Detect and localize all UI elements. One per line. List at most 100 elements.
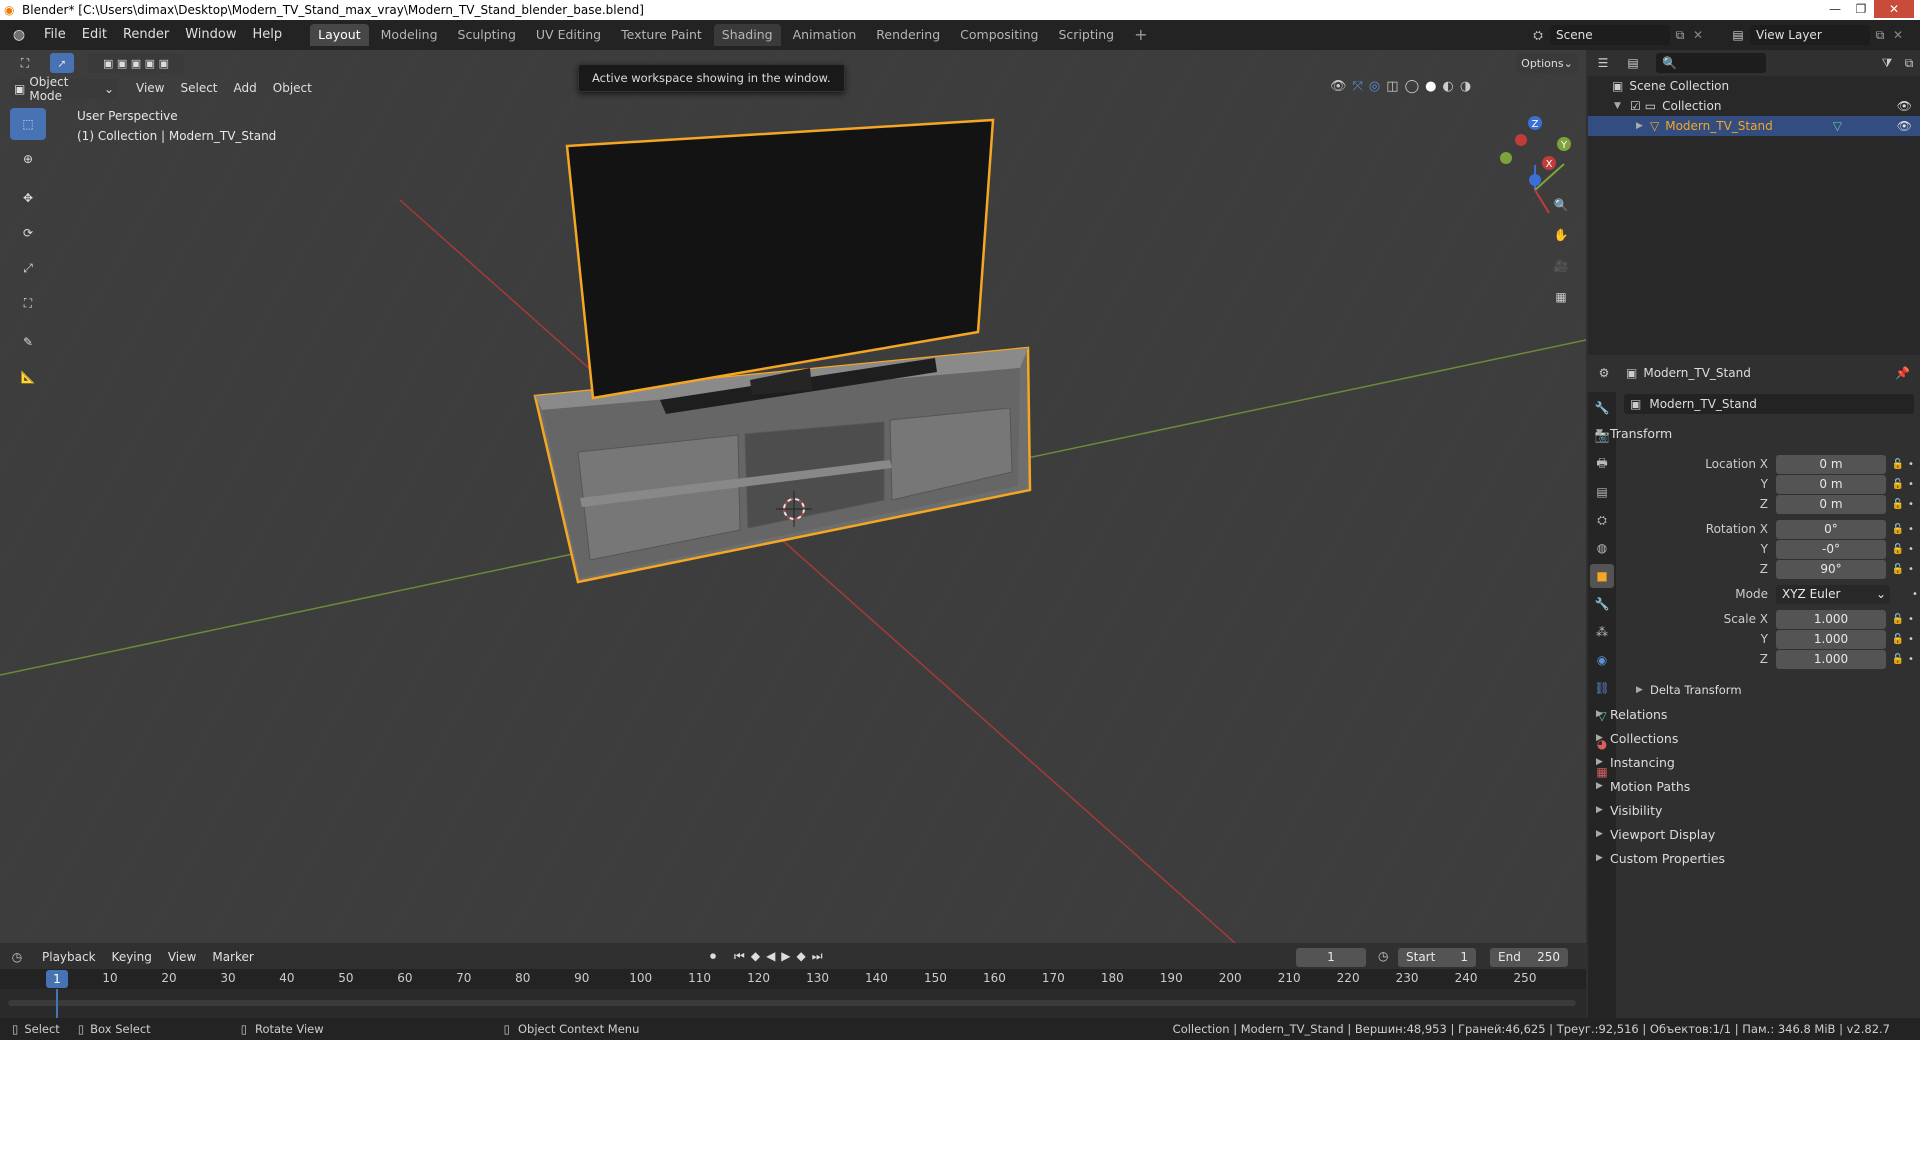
modifier-tab-icon[interactable]: 🔧	[1590, 592, 1614, 616]
menu-window[interactable]: Window	[177, 20, 244, 50]
maximize-button[interactable]: ❐	[1848, 0, 1874, 18]
motion-paths-section[interactable]: ▶ Motion Paths	[1596, 775, 1690, 797]
pin-icon[interactable]: 📌	[1895, 366, 1910, 380]
particles-tab-icon[interactable]: ⁂	[1590, 620, 1614, 644]
view-layer-icon[interactable]: ▤	[1726, 28, 1750, 42]
output-tab-icon[interactable]: 🖶	[1590, 452, 1614, 476]
outliner-editor-icon[interactable]: ☰	[1588, 56, 1618, 70]
timeline-ruler[interactable]: 1 10 20 30 40 50 60 70 80 90 100 110 120 130 140 150 16…	[0, 969, 1586, 989]
start-frame-field[interactable]: Start 1	[1398, 948, 1476, 967]
editor-type-icon[interactable]: ⛶	[12, 53, 38, 73]
tab-layout[interactable]: Layout	[310, 24, 369, 46]
collapse-arrow-icon[interactable]: ▼	[1614, 101, 1630, 111]
minimize-button[interactable]: —	[1822, 0, 1848, 18]
object-name-field[interactable]: ▣ Modern_TV_Stand	[1624, 394, 1914, 414]
tab-scripting[interactable]: Scripting	[1051, 24, 1123, 46]
gizmo-neg-y-icon[interactable]	[1500, 152, 1512, 164]
xray-toggle-icon[interactable]: ◫	[1386, 79, 1398, 94]
lock-icon[interactable]: 🔓	[1890, 654, 1906, 665]
keyframe-dot-icon[interactable]: •	[1906, 634, 1916, 645]
current-frame-field[interactable]: 1	[1296, 948, 1366, 967]
prev-keyframe-icon[interactable]: ◆	[751, 949, 760, 964]
lock-icon[interactable]: 🔓	[1890, 479, 1906, 490]
keyframe-dot-icon[interactable]: •	[1906, 564, 1916, 575]
tab-rendering[interactable]: Rendering	[868, 24, 948, 46]
jump-start-icon[interactable]: ⏮	[734, 949, 745, 964]
playhead[interactable]: 1	[46, 970, 68, 988]
viewport-display-section[interactable]: ▶ Viewport Display	[1596, 823, 1715, 845]
lock-icon[interactable]: 🔓	[1890, 524, 1906, 535]
end-frame-field[interactable]: End 250	[1490, 948, 1568, 967]
selection-mode-buttons[interactable]: ▣ ▣ ▣ ▣ ▣	[88, 53, 184, 73]
lock-icon[interactable]: 🔓	[1890, 544, 1906, 555]
timeline-menu-view[interactable]: View	[160, 950, 204, 964]
play-icon[interactable]: ▶	[781, 949, 790, 964]
viewport-menu-select[interactable]: Select	[172, 81, 225, 95]
viewport-menu-view[interactable]: View	[128, 81, 172, 95]
timeline-menu-keying[interactable]: Keying	[104, 950, 160, 964]
next-keyframe-icon[interactable]: ◆	[797, 949, 806, 964]
select-box-tool-icon[interactable]: ⬚	[10, 108, 46, 140]
options-button[interactable]: Options ⌄	[1516, 53, 1578, 73]
physics-tab-icon[interactable]: ◉	[1590, 648, 1614, 672]
keyframe-dot-icon[interactable]: •	[1906, 614, 1916, 625]
tab-shading[interactable]: Shading	[713, 24, 781, 46]
clock-icon[interactable]: ◷	[1378, 949, 1388, 963]
keyframe-dot-icon[interactable]: •	[1906, 654, 1916, 665]
wireframe-shading-icon[interactable]: ◯	[1405, 79, 1420, 94]
rotation-y-field[interactable]: -0°	[1776, 539, 1886, 559]
location-z-field[interactable]: 0 m	[1776, 494, 1886, 514]
cursor-tool-icon[interactable]: ⊕	[10, 143, 46, 175]
viewport-menu-object[interactable]: Object	[265, 81, 320, 95]
new-view-layer-icon[interactable]: ⧉	[1870, 28, 1890, 43]
zoom-icon[interactable]: 🔍	[1548, 192, 1574, 218]
world-tab-icon[interactable]: ◍	[1590, 536, 1614, 560]
solid-shading-icon[interactable]: ●	[1425, 79, 1436, 94]
lock-icon[interactable]: 🔓	[1890, 499, 1906, 510]
add-workspace-button[interactable]: +	[1126, 24, 1155, 46]
blender-menu-icon[interactable]: ◍	[10, 26, 28, 44]
scale-z-field[interactable]: 1.000	[1776, 649, 1886, 669]
select-tool-icon[interactable]: ➚	[50, 53, 74, 73]
display-mode-icon[interactable]: ▤	[1618, 56, 1648, 70]
rendered-shading-icon[interactable]: ◑	[1460, 79, 1471, 94]
tab-uv-editing[interactable]: UV Editing	[528, 24, 609, 46]
3d-viewport[interactable]: Z Y X ⛶ ➚ ▣ ▣ ▣ ▣ ▣ Options ⌄ Active work…	[0, 50, 1586, 943]
outliner-object-row[interactable]: ▶ ▽ Modern_TV_Stand ▽ 👁	[1588, 116, 1920, 136]
tab-animation[interactable]: Animation	[785, 24, 865, 46]
close-button[interactable]: ✕	[1874, 0, 1914, 18]
orthographic-grid-icon[interactable]: ▦	[1548, 284, 1574, 310]
jump-end-icon[interactable]: ⏭	[812, 949, 823, 964]
visibility-section[interactable]: ▶ Visibility	[1596, 799, 1662, 821]
lock-icon[interactable]: 🔓	[1890, 614, 1906, 625]
pan-hand-icon[interactable]: ✋	[1548, 222, 1574, 248]
play-reverse-icon[interactable]: ◀	[766, 949, 775, 964]
record-icon[interactable]: ⏺	[710, 949, 716, 964]
keyframe-dot-icon[interactable]: •	[1906, 459, 1916, 470]
tab-compositing[interactable]: Compositing	[952, 24, 1046, 46]
new-collection-icon[interactable]: ⧉	[1898, 56, 1920, 71]
menu-render[interactable]: Render	[115, 20, 177, 50]
mesh-data-icon[interactable]: ▽	[1833, 119, 1842, 133]
scale-y-field[interactable]: 1.000	[1776, 629, 1886, 649]
keyframe-dot-icon[interactable]: •	[1906, 544, 1916, 555]
tab-sculpting[interactable]: Sculpting	[450, 24, 524, 46]
rotation-x-field[interactable]: 0°	[1776, 519, 1886, 539]
tab-texture-paint[interactable]: Texture Paint	[613, 24, 710, 46]
lock-icon[interactable]: 🔓	[1890, 564, 1906, 575]
mode-selector[interactable]: ▣ Object Mode ⌄	[10, 75, 118, 103]
move-tool-icon[interactable]: ✥	[10, 182, 46, 214]
object-tab-icon[interactable]: ■	[1590, 564, 1614, 588]
tab-modeling[interactable]: Modeling	[373, 24, 446, 46]
timeline-body[interactable]	[0, 989, 1586, 1018]
lock-icon[interactable]: 🔓	[1890, 634, 1906, 645]
scene-tab-icon[interactable]: ⛭	[1590, 508, 1614, 532]
visibility-icon[interactable]: 👁	[1330, 79, 1347, 94]
transform-section-header[interactable]: ▼ Transform	[1596, 422, 1672, 444]
filter-icon[interactable]: ⧩	[1876, 56, 1898, 71]
lock-icon[interactable]: 🔓	[1890, 459, 1906, 470]
custom-properties-section[interactable]: ▶ Custom Properties	[1596, 847, 1725, 869]
annotate-tool-icon[interactable]: ✎	[10, 326, 46, 358]
rotation-z-field[interactable]: 90°	[1776, 559, 1886, 579]
gizmo-toggle-icon[interactable]: ⤧	[1353, 79, 1363, 94]
